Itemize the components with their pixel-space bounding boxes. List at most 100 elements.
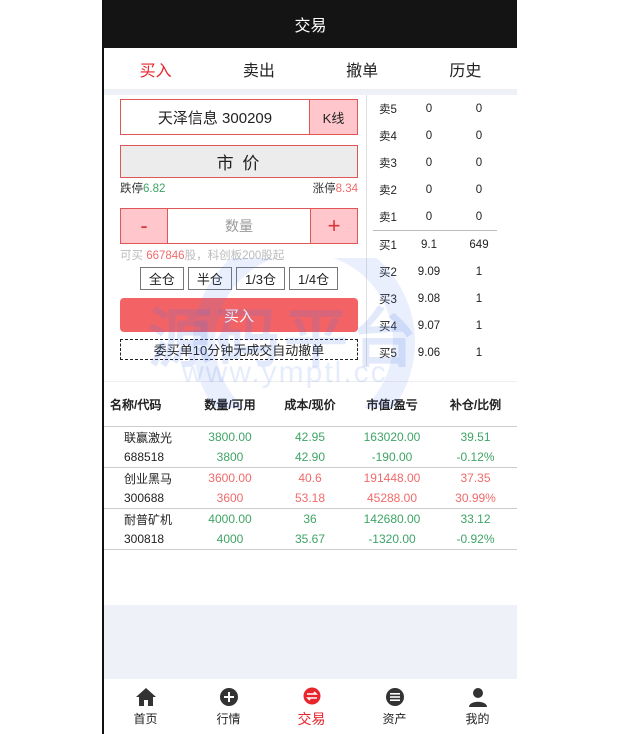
quarter-position-button[interactable]: 1/4仓 xyxy=(289,267,339,290)
buy-level: 买2 9.09 1 xyxy=(367,258,503,285)
stock-name: 创业黑马 xyxy=(124,471,173,486)
add-price: 33.12 xyxy=(460,512,491,526)
stock-code: 300818 xyxy=(124,532,165,546)
avail: 3800 xyxy=(216,450,244,464)
level-price: 9.07 xyxy=(417,319,441,332)
nav-label: 首页 xyxy=(133,712,158,726)
nav-assets[interactable]: 资产 xyxy=(353,686,436,727)
decrease-button[interactable]: - xyxy=(121,209,167,243)
level-label: 买5 xyxy=(379,347,397,360)
ratio: -0.92% xyxy=(456,532,495,546)
stock-name: 联赢激光 xyxy=(124,430,173,445)
cost: 36 xyxy=(303,512,317,526)
header-cost-price: 成本/现价 xyxy=(284,397,336,412)
table-end-divider xyxy=(104,549,517,550)
avail-prefix: 可买 xyxy=(120,250,147,262)
table-header: 名称/代码 数量/可用 成本/现价 市值/盈亏 补仓/比例 xyxy=(104,382,517,426)
tab-cancel[interactable]: 撤单 xyxy=(311,57,414,81)
limit-up-label: 涨停 xyxy=(312,183,336,195)
asset-icon xyxy=(384,686,406,708)
table-row[interactable]: 耐普矿机 4000.00 36 142680.00 33.12 300818 4… xyxy=(104,508,517,549)
ratio: -0.12% xyxy=(456,450,495,464)
full-position-button[interactable]: 全仓 xyxy=(139,267,184,290)
row-line: 688518 3800 42.90 -190.00 -0.12% xyxy=(104,447,517,467)
half-position-button[interactable]: 半仓 xyxy=(187,267,232,290)
level-price: 0 xyxy=(425,102,433,115)
nav-market[interactable]: 行情 xyxy=(187,686,270,727)
avail-suffix: 股，科创板200股起 xyxy=(184,250,285,262)
row-line: 联赢激光 3800.00 42.95 163020.00 39.51 xyxy=(104,427,517,447)
level-volume: 649 xyxy=(469,238,489,251)
buy-level: 买4 9.07 1 xyxy=(367,312,503,339)
level-volume: 0 xyxy=(475,129,483,142)
qty: 3600.00 xyxy=(208,471,252,485)
nav-home[interactable]: 首页 xyxy=(104,686,187,727)
plus-circle-icon xyxy=(218,686,240,708)
quantity-input[interactable]: 数量 xyxy=(167,209,311,243)
phone-screen: 交易 买入 卖出 撤单 历史 天泽信息 300209 K线 市 价 跌停6.82… xyxy=(102,0,517,734)
nav-label: 资产 xyxy=(382,712,407,726)
level-price: 0 xyxy=(425,183,433,196)
empty-area xyxy=(104,605,517,679)
buy-level: 买1 9.1 649 xyxy=(367,231,503,258)
price: 42.90 xyxy=(294,450,326,464)
row-line: 创业黑马 3600.00 40.6 191448.00 37.35 xyxy=(104,468,517,488)
table-row[interactable]: 联赢激光 3800.00 42.95 163020.00 39.51 68851… xyxy=(104,426,517,467)
level-price: 9.09 xyxy=(417,265,441,278)
level-label: 卖1 xyxy=(379,211,397,224)
order-notice: 委买单10分钟无成交自动撤单 xyxy=(120,339,358,360)
pnl: -1320.00 xyxy=(368,532,416,546)
level-price: 9.1 xyxy=(421,238,437,251)
level-label: 卖2 xyxy=(379,184,397,197)
level-label: 买2 xyxy=(379,266,397,279)
level-price: 0 xyxy=(425,129,433,142)
level-price: 9.06 xyxy=(417,346,441,359)
level-volume: 0 xyxy=(475,102,483,115)
price-type-selector[interactable]: 市 价 xyxy=(120,145,358,178)
qty: 3800.00 xyxy=(208,430,252,444)
available-hint: 可买 667846股，科创板200股起 xyxy=(120,247,358,263)
header-value-pnl: 市值/盈亏 xyxy=(366,397,418,412)
tab-buy[interactable]: 买入 xyxy=(104,57,207,81)
stock-code: 300688 xyxy=(124,491,165,505)
tab-sell[interactable]: 卖出 xyxy=(207,57,310,81)
limit-down-label: 跌停 xyxy=(120,183,143,195)
bottom-nav: 首页 行情 交易 资产 我的 xyxy=(104,679,517,734)
kline-button[interactable]: K线 xyxy=(309,100,357,134)
cost: 42.95 xyxy=(294,430,326,444)
market-value: 163020.00 xyxy=(363,430,421,444)
level-label: 卖3 xyxy=(379,157,397,170)
buy-level: 买5 9.06 1 xyxy=(367,339,503,366)
limit-down: 跌停6.82 xyxy=(120,180,165,196)
pnl: 45288.00 xyxy=(366,491,418,505)
nav-trade[interactable]: 交易 xyxy=(270,685,353,729)
sell-level: 卖1 0 0 xyxy=(367,203,503,230)
trade-panel: 天泽信息 300209 K线 市 价 跌停6.82 涨停8.34 - 数量 + … xyxy=(104,95,517,366)
limit-down-value: 6.82 xyxy=(143,183,166,195)
market-value: 142680.00 xyxy=(363,512,421,526)
market-value: 191448.00 xyxy=(363,471,421,485)
app-header: 交易 xyxy=(104,0,517,48)
level-volume: 0 xyxy=(475,183,483,196)
level-volume: 1 xyxy=(475,292,483,305)
table-row[interactable]: 创业黑马 3600.00 40.6 191448.00 37.35 300688… xyxy=(104,467,517,508)
buy-button[interactable]: 买入 xyxy=(120,298,358,332)
exchange-icon xyxy=(301,685,323,707)
position-buttons: 全仓 半仓 1/3仓 1/4仓 xyxy=(120,267,358,290)
nav-mine[interactable]: 我的 xyxy=(436,686,517,727)
sell-level: 卖4 0 0 xyxy=(367,122,503,149)
tab-history[interactable]: 历史 xyxy=(414,57,517,81)
level-label: 卖5 xyxy=(379,103,397,116)
nav-label: 行情 xyxy=(216,712,241,726)
ratio: 30.99% xyxy=(455,491,496,505)
order-book: 卖5 0 0 卖4 0 0 卖3 0 0 卖2 0 0 卖1 0 0 买1 9.1 649 买2 9.09… xyxy=(366,95,503,366)
third-position-button[interactable]: 1/3仓 xyxy=(235,267,286,290)
buy-level: 买3 9.08 1 xyxy=(367,285,503,312)
increase-button[interactable]: + xyxy=(311,209,357,243)
level-price: 0 xyxy=(425,156,433,169)
stock-input[interactable]: 天泽信息 300209 xyxy=(121,100,309,134)
cost: 40.6 xyxy=(298,471,322,485)
stock-selector: 天泽信息 300209 K线 xyxy=(120,99,358,135)
sell-level: 卖2 0 0 xyxy=(367,176,503,203)
level-volume: 1 xyxy=(475,265,483,278)
